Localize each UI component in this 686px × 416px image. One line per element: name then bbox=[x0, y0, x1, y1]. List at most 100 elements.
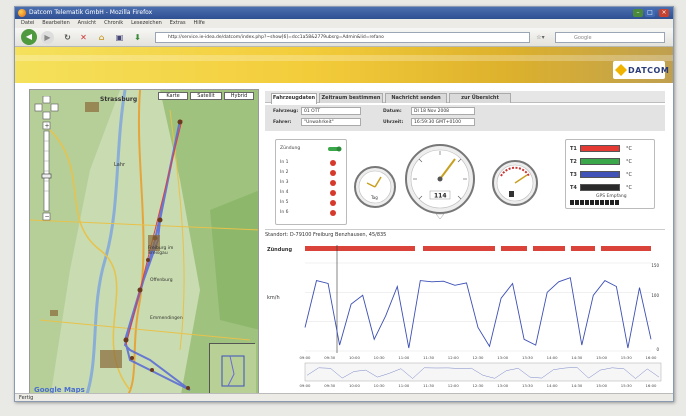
temp-4-label: T4 bbox=[570, 185, 577, 191]
input-2-label: In 2 bbox=[280, 170, 289, 175]
url-text: http://service.ie-idea.de/datcom/index.p… bbox=[168, 35, 384, 40]
map-type-hybrid[interactable]: Hybrid bbox=[224, 92, 254, 100]
speed-chart[interactable]: Zündung km/h 150 100 0 09:00 09:00 09:30 09… bbox=[265, 241, 665, 401]
vehicle-panel: Fahrzeugdaten Zeitraum bestimmen Nachric… bbox=[265, 91, 665, 401]
menu-lesezeichen[interactable]: Lesezeichen bbox=[131, 19, 162, 28]
x-tick-label: 13:30 bbox=[522, 355, 534, 360]
menu-bearbeiten[interactable]: Bearbeiten bbox=[42, 19, 69, 28]
chart-ymin-label: 0 bbox=[656, 347, 659, 352]
map-type-karte[interactable]: Karte bbox=[158, 92, 188, 100]
scroller-tick-label: 09:00 bbox=[300, 383, 312, 388]
datum-value: DI 18 Nov 2008 bbox=[411, 107, 475, 115]
x-tick-label: 14:00 bbox=[547, 355, 559, 360]
svg-text:+: + bbox=[45, 123, 50, 130]
scroller-tick-label: 12:30 bbox=[473, 383, 485, 388]
x-tick-label: 12:00 bbox=[448, 355, 460, 360]
minimize-button[interactable]: – bbox=[633, 9, 643, 17]
tab-nachricht[interactable]: Nachricht senden bbox=[385, 93, 447, 103]
input-2-indicator bbox=[330, 170, 336, 176]
chart-ymid-label: 100 bbox=[651, 293, 659, 298]
map-overview[interactable] bbox=[209, 343, 256, 396]
back-button-icon[interactable]: ◀ bbox=[21, 29, 37, 45]
x-tick-label: 12:30 bbox=[473, 355, 485, 360]
map-label-offenburg: Offenburg bbox=[150, 278, 173, 283]
uhrzeit-label: Uhrzeit: bbox=[383, 120, 404, 125]
x-tick-label: 11:30 bbox=[423, 355, 435, 360]
map-type-satellit[interactable]: Satellit bbox=[190, 92, 222, 100]
firefox-icon bbox=[18, 9, 26, 17]
temp-1-unit: °C bbox=[626, 146, 632, 152]
speed-series bbox=[304, 277, 652, 349]
x-tick-label: 09:30 bbox=[324, 355, 336, 360]
menu-bar: Datei Bearbeiten Ansicht Chronik Lesezei… bbox=[15, 19, 673, 28]
ignition-segment bbox=[501, 246, 527, 251]
gps-label: GPS Empfang bbox=[596, 194, 627, 199]
temp-1-bar bbox=[580, 145, 620, 152]
fuel-gauge bbox=[492, 160, 538, 206]
map-label-emmendingen: Emmendingen bbox=[150, 316, 183, 321]
scroller-tick-label: 15:30 bbox=[621, 383, 633, 388]
clock-gauge-label: Tag bbox=[370, 195, 378, 200]
close-button[interactable]: × bbox=[659, 9, 669, 17]
x-tick-label: 15:00 bbox=[596, 355, 608, 360]
tab-uebersicht[interactable]: zur Übersicht bbox=[449, 93, 511, 103]
speed-chart-svg: Zündung km/h 150 100 0 09:00 09:00 09:30 09… bbox=[267, 245, 662, 388]
temp-3-label: T3 bbox=[570, 172, 577, 178]
temp-2-unit: °C bbox=[626, 159, 632, 165]
maximize-button[interactable]: □ bbox=[645, 9, 655, 17]
zuendung-key-icon bbox=[328, 146, 342, 152]
chart-zuendung-label: Zündung bbox=[267, 247, 292, 253]
status-bar: Fertig bbox=[15, 393, 673, 401]
input-5-indicator bbox=[330, 200, 336, 206]
x-tick-label: 09:00 bbox=[300, 355, 312, 360]
temperature-box: T1 °C T2 °C T3 °C T4 °C GPS Empfang bbox=[565, 139, 655, 209]
forward-button-icon[interactable]: ▶ bbox=[41, 31, 54, 44]
menu-hilfe[interactable]: Hilfe bbox=[193, 19, 204, 28]
map-label-strassburg: Strassburg bbox=[100, 96, 138, 103]
url-dropdown-icon[interactable]: ☆▾ bbox=[534, 31, 547, 44]
search-input[interactable]: Google bbox=[555, 32, 665, 43]
location-text: Standort: D-79100 Freiburg Benzhausen, 4… bbox=[265, 229, 665, 239]
svg-text:−: − bbox=[45, 214, 50, 221]
scroller-tick-label: 13:00 bbox=[497, 383, 509, 388]
clock-gauge: Tag bbox=[354, 166, 396, 208]
temp-2-bar bbox=[580, 158, 620, 165]
input-5-label: In 5 bbox=[280, 200, 289, 205]
datcom-logo-icon bbox=[615, 64, 627, 76]
fahrzeug-label: Fahrzeug: bbox=[273, 109, 299, 114]
temp-1-label: T1 bbox=[570, 146, 577, 152]
temp-4-bar bbox=[580, 184, 620, 191]
scroller-tick-label: 16:00 bbox=[646, 383, 658, 388]
scroller-tick-label: 12:00 bbox=[448, 383, 460, 388]
scroller-tick-label: 10:30 bbox=[374, 383, 386, 388]
datcom-banner: DATCOM bbox=[15, 47, 673, 83]
home-icon[interactable]: ⌂ bbox=[95, 31, 108, 44]
fahrzeug-value: 01 OTT bbox=[301, 107, 361, 115]
input-1-label: In 1 bbox=[280, 160, 289, 165]
menu-datei[interactable]: Datei bbox=[21, 19, 34, 28]
zoom-control: + − bbox=[34, 95, 60, 228]
stop-icon[interactable]: ✕ bbox=[77, 31, 90, 44]
tab-fahrzeugdaten[interactable]: Fahrzeugdaten bbox=[271, 93, 317, 104]
temp-3-unit: °C bbox=[626, 172, 632, 178]
bookmark-icon[interactable]: ▣ bbox=[113, 31, 126, 44]
gauge-cluster: Tag 114 bbox=[354, 144, 538, 220]
ignition-segment bbox=[533, 246, 565, 251]
route-map[interactable]: + − Karte Satellit Hybrid Strassburg Lah… bbox=[29, 89, 259, 399]
menu-extras[interactable]: Extras bbox=[170, 19, 186, 28]
download-icon[interactable]: ⬇ bbox=[131, 31, 144, 44]
url-bar[interactable]: http://service.ie-idea.de/datcom/index.p… bbox=[155, 32, 530, 43]
temp-3-bar bbox=[580, 171, 620, 178]
input-4-indicator bbox=[330, 190, 336, 196]
scroller-tick-label: 13:30 bbox=[522, 383, 534, 388]
x-tick-label: 11:00 bbox=[398, 355, 410, 360]
scroller-tick-label: 14:30 bbox=[571, 383, 583, 388]
temp-4-unit: °C bbox=[626, 185, 632, 191]
menu-chronik[interactable]: Chronik bbox=[104, 19, 123, 28]
tab-zeitraum[interactable]: Zeitraum bestimmen bbox=[319, 93, 383, 103]
menu-ansicht[interactable]: Ansicht bbox=[78, 19, 96, 28]
ignition-segment bbox=[571, 246, 595, 251]
zuendung-label: Zündung bbox=[280, 146, 301, 151]
gps-signal-icon bbox=[570, 200, 620, 207]
reload-icon[interactable]: ↻ bbox=[61, 31, 74, 44]
